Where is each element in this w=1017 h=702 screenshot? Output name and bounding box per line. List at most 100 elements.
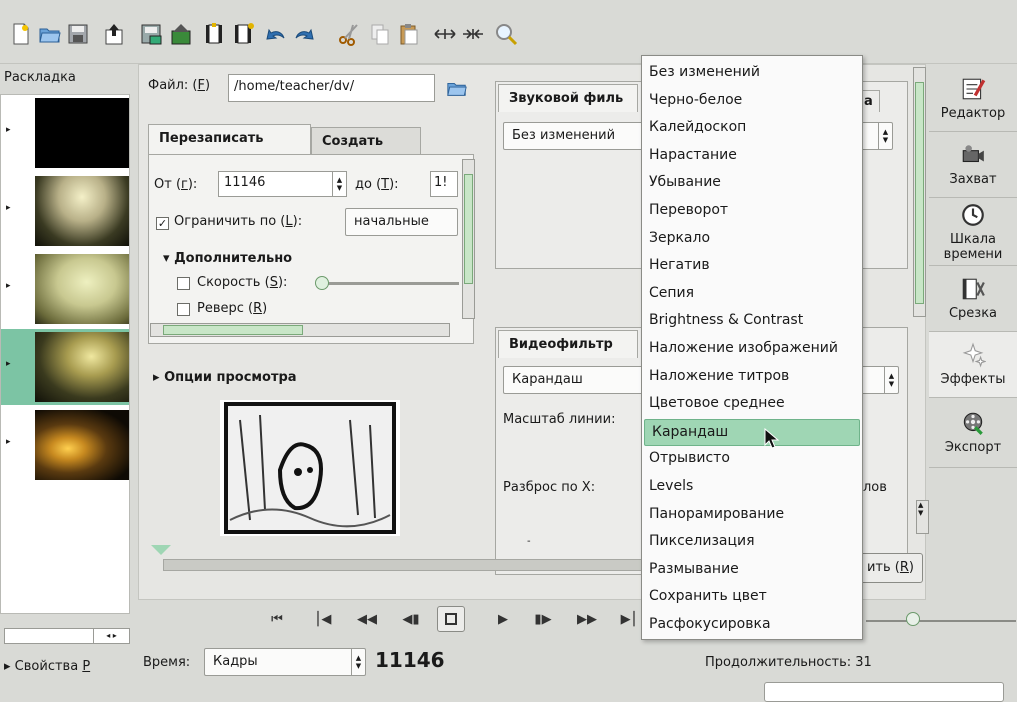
scroll-thumb[interactable] [464, 174, 473, 284]
scroll-thumb[interactable] [915, 82, 924, 304]
filter-menu-item[interactable]: Панорамирование [642, 502, 862, 529]
copy-icon[interactable] [368, 22, 392, 46]
volume-slider-handle[interactable] [906, 612, 920, 626]
tab-create[interactable]: Создать [311, 127, 421, 154]
expand-arrow-icon[interactable]: ▸ [6, 437, 11, 447]
scroll-thumb[interactable] [7, 631, 43, 641]
filter-menu-item[interactable]: Зеркало [642, 226, 862, 253]
storyboard-clip[interactable]: ▸ [1, 173, 129, 249]
preview-options-expander[interactable]: ▸ Опции просмотра [153, 370, 297, 385]
goto-start-icon[interactable]: ⏮ [266, 608, 288, 630]
next-frame-icon[interactable]: ▮▶ [532, 608, 554, 630]
contract-icon[interactable] [461, 22, 485, 46]
properties-toggle[interactable]: ▸ Свойства Р [4, 659, 90, 674]
expand-arrow-icon[interactable]: ▸ [6, 125, 11, 135]
filter-menu-item[interactable]: Калейдоскоп [642, 115, 862, 142]
paste-icon[interactable] [397, 22, 421, 46]
speed-checkbox[interactable] [177, 277, 190, 290]
storyboard-clip[interactable]: ▸ [1, 95, 129, 171]
undo-icon[interactable] [264, 22, 288, 46]
filter-menu-item[interactable]: Пикселизация [642, 529, 862, 556]
sidebar-item-export[interactable]: Экспорт [929, 398, 1017, 468]
limit-checkbox[interactable]: ✓ [156, 217, 169, 230]
filter-menu-item[interactable]: Расфокусировка [642, 612, 862, 639]
scroll-arrows-icon[interactable]: ◂ ▸ [93, 629, 129, 643]
append-clip-icon[interactable] [231, 22, 255, 46]
filter-menu-item[interactable]: Сепия [642, 281, 862, 308]
sidebar-item-editor[interactable]: Редактор [929, 66, 1017, 132]
previous-frame-icon[interactable]: ◀▮ [400, 608, 422, 630]
save-icon[interactable] [66, 22, 90, 46]
sidebar-item-timeline[interactable]: Шкала времени [929, 198, 1017, 266]
expand-arrow-icon[interactable]: ▸ [6, 203, 11, 213]
mode-sidebar: Редактор Захват Шкала времени Срезка Эфф… [929, 64, 1017, 604]
combo-arrows-icon[interactable]: ▲ ▼ [884, 367, 898, 393]
storyboard-hscrollbar[interactable]: ◂ ▸ [4, 628, 130, 644]
combo-arrows-icon[interactable]: ▲ ▼ [878, 123, 892, 149]
from-frame-input[interactable]: 11146 ▲ ▼ [218, 171, 347, 197]
storyboard-clip[interactable]: ▸ [1, 251, 129, 327]
filter-menu-item[interactable]: Нарастание [642, 143, 862, 170]
filter-menu-item[interactable]: Levels [642, 474, 862, 501]
previous-clip-icon[interactable]: ⎮◀ [312, 608, 334, 630]
tab-overwrite[interactable]: Перезаписать [148, 124, 311, 154]
video-filter-vscrollbar[interactable]: ▲ ▼ [916, 500, 929, 534]
sidebar-item-trim[interactable]: Срезка [929, 266, 1017, 332]
file-path-input[interactable]: /home/teacher/dv/ [228, 74, 435, 102]
export-icon[interactable] [102, 22, 126, 46]
combo-arrows-icon[interactable]: ▲ ▼ [351, 649, 365, 675]
open-folder-icon[interactable] [38, 22, 62, 46]
zoom-icon[interactable] [494, 22, 518, 46]
filter-menu-item[interactable]: Переворот [642, 198, 862, 225]
filter-menu-item[interactable]: Убывание [642, 170, 862, 197]
storyboard-list[interactable]: ▸ ▸ ▸ ▸ ▸ [0, 94, 130, 614]
scroll-arrows-icon[interactable]: ▲ ▼ [918, 501, 923, 517]
stop-button[interactable] [437, 606, 465, 632]
filter-menu-item[interactable]: Наложение титров [642, 364, 862, 391]
storyboard-clip-selected[interactable]: ▸ [1, 329, 129, 405]
speed-slider[interactable] [325, 282, 459, 285]
filter-menu-item[interactable]: Brightness & Contrast [642, 308, 862, 335]
publish-icon[interactable] [169, 22, 193, 46]
to-frame-input[interactable]: 1! [430, 171, 458, 197]
save-as-icon[interactable] [139, 22, 163, 46]
overwrite-hscrollbar[interactable] [150, 323, 450, 337]
spin-arrows-icon[interactable]: ▲ ▼ [332, 172, 346, 196]
expand-arrow-icon[interactable]: ▸ [6, 281, 11, 291]
editor-icon [962, 78, 986, 100]
insert-clip-icon[interactable] [202, 22, 226, 46]
new-project-icon[interactable] [9, 22, 33, 46]
reverse-checkbox[interactable] [177, 303, 190, 316]
filter-menu-item[interactable]: Наложение изображений [642, 336, 862, 363]
video-filter-dropdown[interactable]: Без изменений Черно-белое Калейдоскоп Нарас… [641, 55, 863, 640]
filter-menu-item[interactable]: Негатив [642, 253, 862, 280]
storyboard-clip[interactable]: ▸ [1, 407, 129, 483]
cut-icon[interactable] [337, 22, 361, 46]
speed-slider-handle[interactable] [315, 276, 329, 290]
expand-arrow-icon[interactable]: ▸ [6, 359, 11, 369]
filter-menu-item[interactable]: Карандаш [644, 418, 860, 446]
redo-icon[interactable] [292, 22, 316, 46]
filter-menu-item[interactable]: Отрывисто [642, 446, 862, 473]
filter-menu-item[interactable]: Без изменений [642, 60, 862, 87]
rewind-icon[interactable]: ◀◀ [356, 608, 378, 630]
sidebar-item-capture[interactable]: Захват [929, 132, 1017, 198]
advanced-expander[interactable]: ▾ Дополнительно [163, 251, 292, 266]
scroll-thumb[interactable] [163, 325, 303, 335]
play-icon[interactable]: ▶ [492, 608, 514, 630]
filter-menu-item[interactable]: Сохранить цвет [642, 584, 862, 611]
limit-combo[interactable]: начальные [345, 208, 458, 236]
open-folder-icon[interactable] [446, 77, 468, 103]
sidebar-item-effects[interactable]: Эффекты [929, 332, 1017, 398]
filter-menu-item[interactable]: Размывание [642, 557, 862, 584]
position-marker-icon[interactable] [151, 545, 171, 555]
volume-slider[interactable] [866, 620, 1016, 622]
filter-menu-item[interactable]: Цветовое среднее [642, 391, 862, 418]
expand-icon[interactable] [433, 22, 457, 46]
time-mode-combo[interactable]: Кадры ▲ ▼ [204, 648, 366, 676]
filter-menu-item[interactable]: Черно-белое [642, 88, 862, 115]
next-clip-icon[interactable]: ▶⎮ [618, 608, 640, 630]
overwrite-vscrollbar[interactable] [462, 159, 475, 319]
fast-forward-icon[interactable]: ▶▶ [576, 608, 598, 630]
main-vscrollbar[interactable] [913, 67, 926, 317]
